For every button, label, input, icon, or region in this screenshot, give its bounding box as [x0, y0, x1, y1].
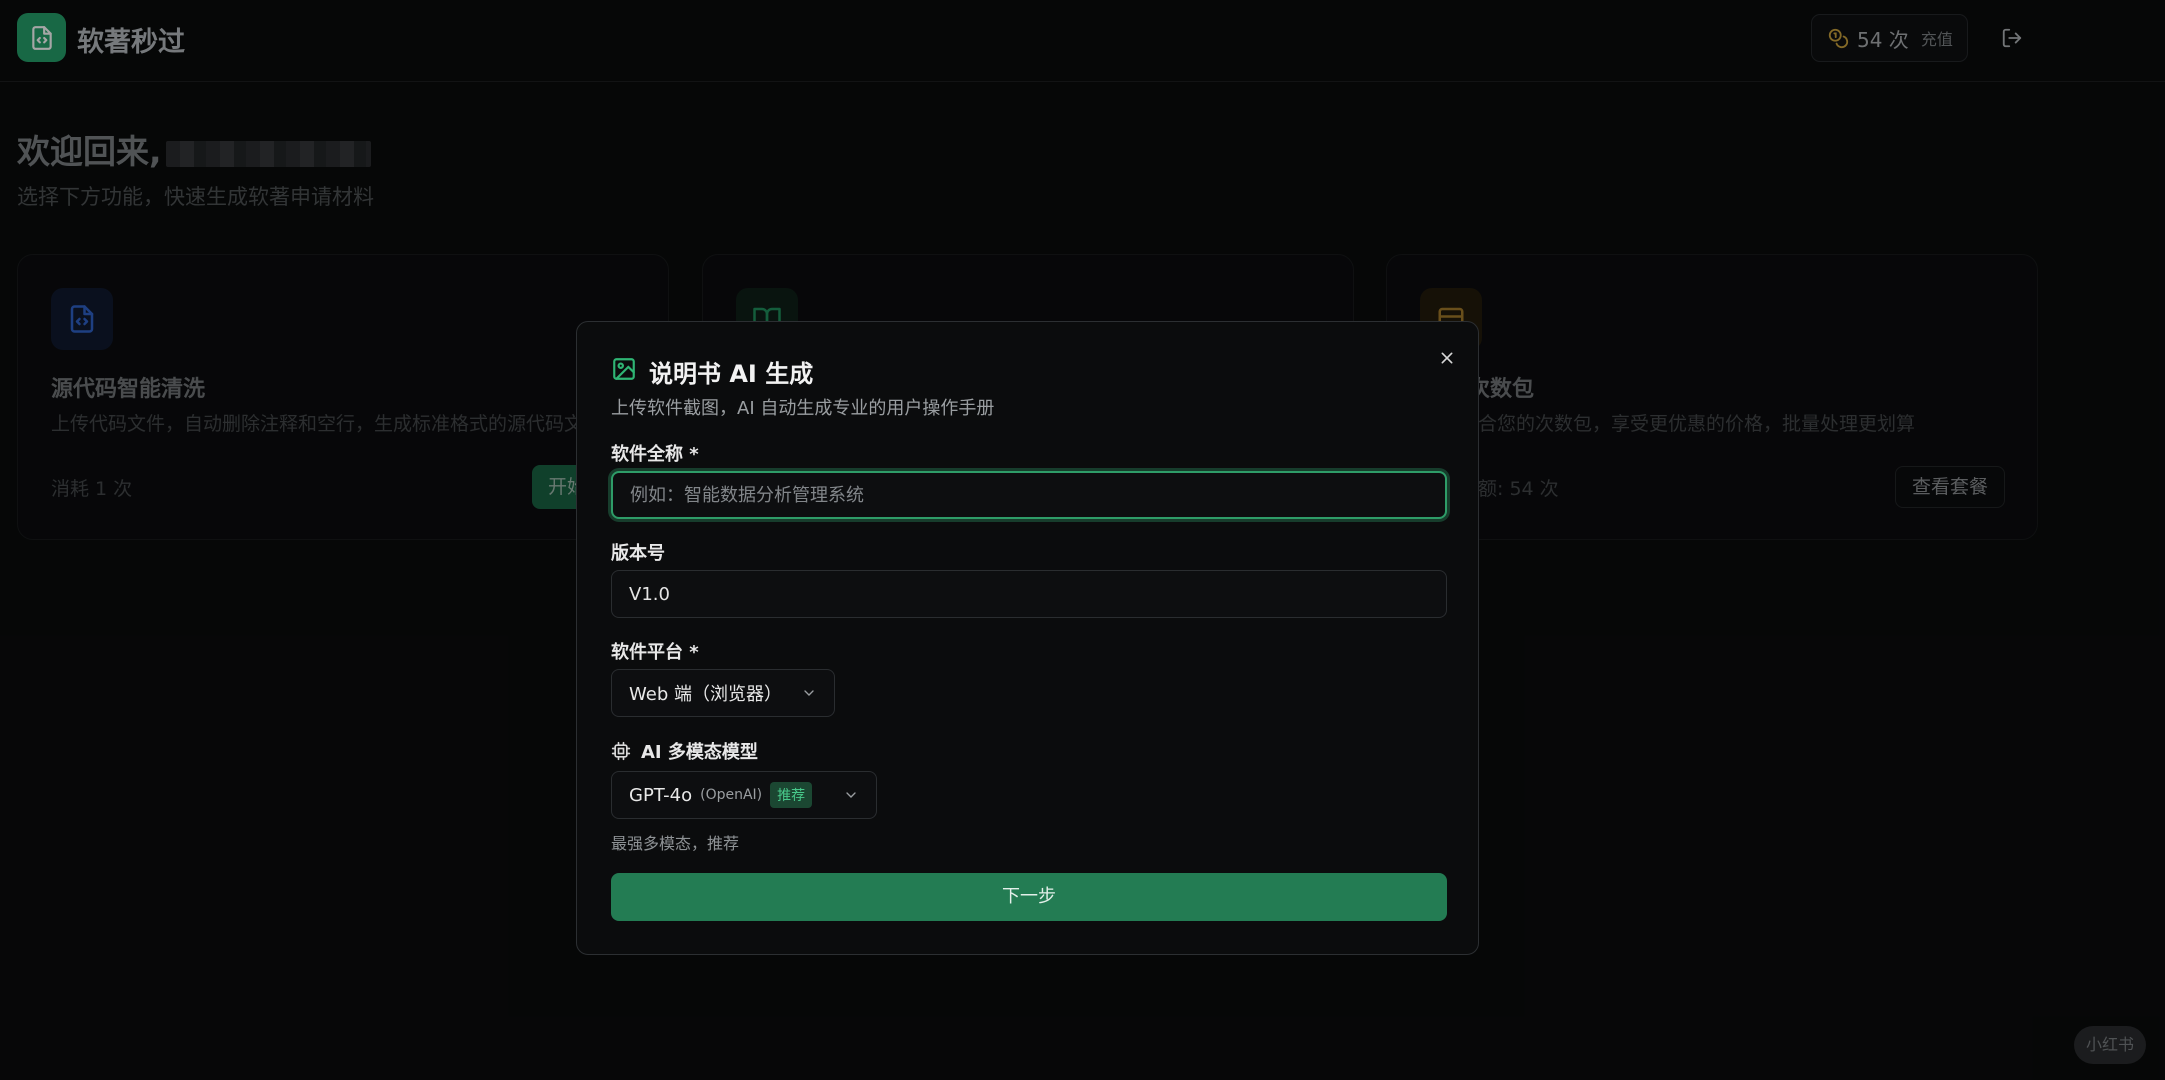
watermark-logo: 小红书 — [2074, 1026, 2146, 1064]
dialog-title: 说明书 AI 生成 — [649, 360, 814, 388]
model-label-row: AI 多模态模型 — [611, 738, 758, 764]
chevron-down-icon — [804, 690, 814, 696]
version-label: 版本号 — [611, 543, 665, 564]
recommended-badge: 推荐 — [770, 782, 813, 808]
version-input[interactable] — [611, 570, 1447, 618]
platform-label: 软件平台 * — [611, 642, 699, 663]
model-label: AI 多模态模型 — [641, 742, 758, 763]
model-hint: 最强多模态，推荐 — [611, 834, 740, 853]
image-icon — [613, 358, 635, 380]
software-name-input[interactable] — [611, 471, 1447, 519]
close-icon — [1441, 352, 1453, 364]
next-step-button[interactable]: 下一步 — [611, 873, 1447, 921]
cpu-icon — [611, 741, 631, 761]
model-select[interactable]: GPT-4o (OpenAI) 推荐 — [611, 771, 877, 819]
dialog-subtitle: 上传软件截图，AI 自动生成专业的用户操作手册 — [611, 398, 995, 419]
platform-select[interactable]: Web 端（浏览器） — [611, 669, 835, 717]
platform-selected-value: Web 端（浏览器） — [629, 684, 782, 705]
chevron-down-icon — [846, 792, 856, 798]
model-name: GPT-4o — [629, 784, 693, 806]
manual-ai-dialog: 说明书 AI 生成 上传软件截图，AI 自动生成专业的用户操作手册 软件全称 *… — [576, 321, 1479, 955]
model-provider: (OpenAI) — [700, 787, 763, 803]
close-button[interactable] — [1435, 346, 1459, 370]
software-name-label: 软件全称 * — [611, 444, 699, 465]
